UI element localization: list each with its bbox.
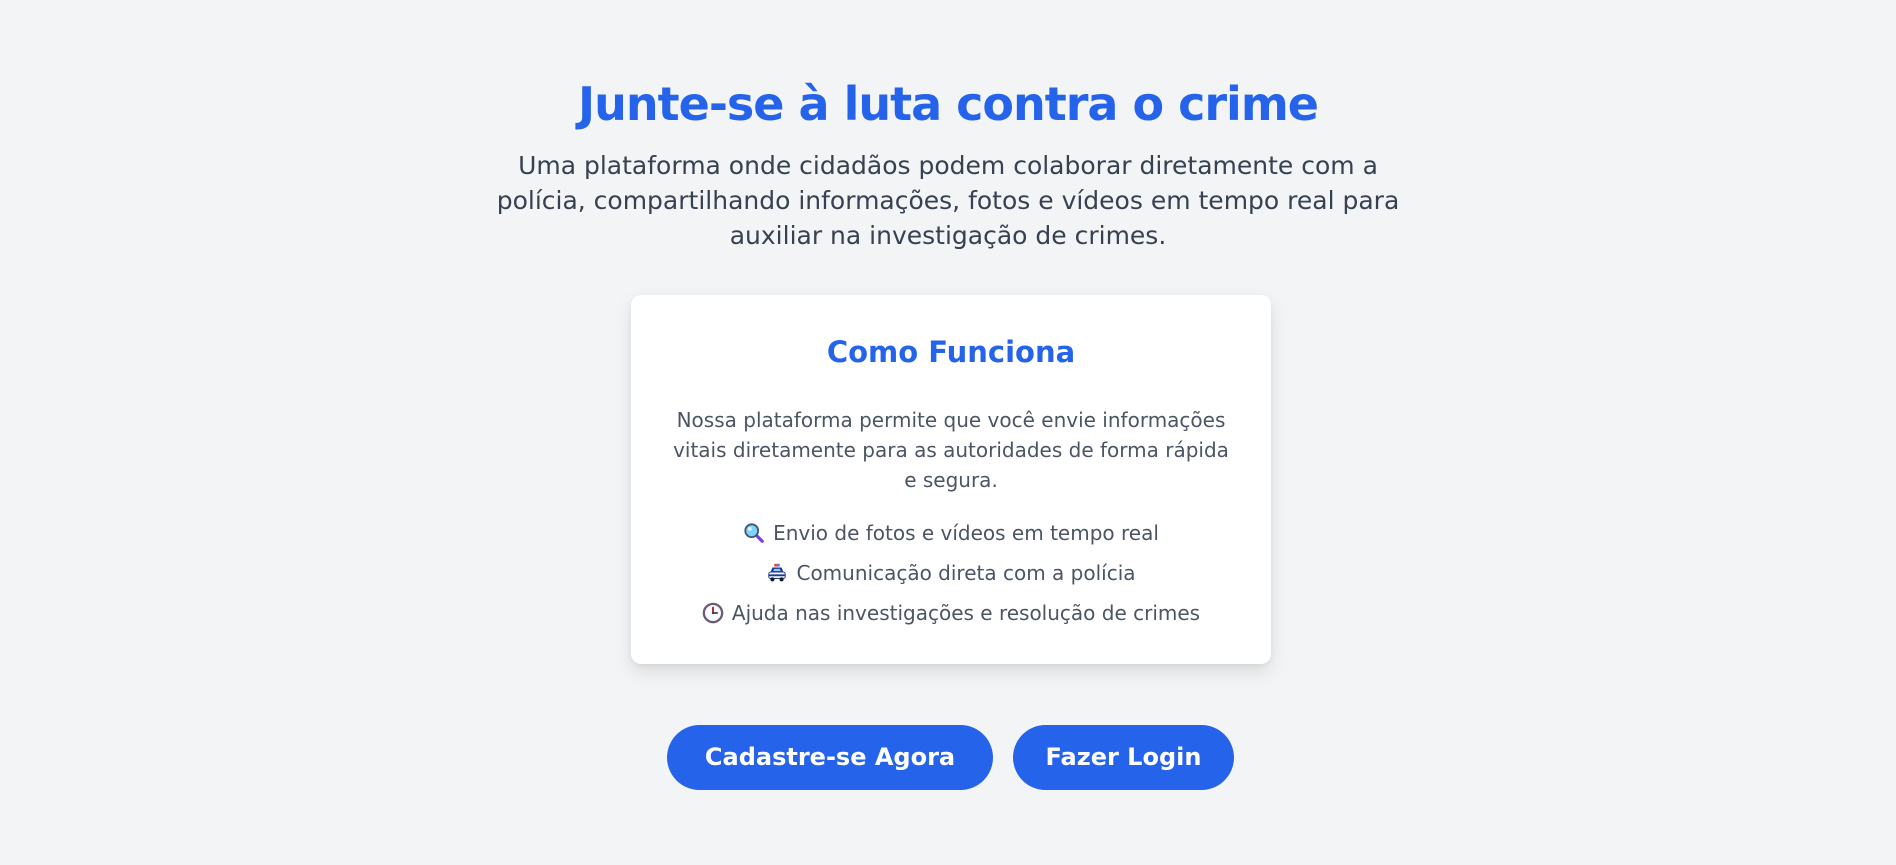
feature-list: Envio de fotos e vídeos em tempo real Co…: [631, 513, 1271, 633]
landing-page: Junte-se à luta contra o crime Uma plata…: [0, 0, 1896, 865]
hero-subtitle: Uma plataforma onde cidadãos podem colab…: [496, 151, 1400, 250]
login-button[interactable]: Fazer Login: [1013, 725, 1234, 790]
how-it-works-card: Como Funciona Nossa plataforma permite q…: [631, 295, 1271, 664]
card-description: Nossa plataforma permite que você envie …: [673, 408, 1229, 492]
feature-item: Comunicação direta com a polícia: [631, 553, 1271, 593]
police-car-icon: [768, 563, 787, 582]
clock-icon: [702, 602, 724, 624]
feature-item: Envio de fotos e vídeos em tempo real: [631, 513, 1271, 553]
feature-label: Envio de fotos e vídeos em tempo real: [773, 521, 1159, 545]
magnifying-glass-icon: [744, 523, 764, 543]
feature-label: Ajuda nas investigações e resolução de c…: [731, 601, 1201, 625]
hero-title: Junte-se à luta contra o crime: [578, 77, 1319, 131]
register-button[interactable]: Cadastre-se Agora: [667, 725, 993, 790]
feature-label: Comunicação direta com a polícia: [796, 561, 1136, 585]
card-title: Como Funciona: [826, 335, 1076, 369]
feature-item: Ajuda nas investigações e resolução de c…: [631, 593, 1271, 633]
